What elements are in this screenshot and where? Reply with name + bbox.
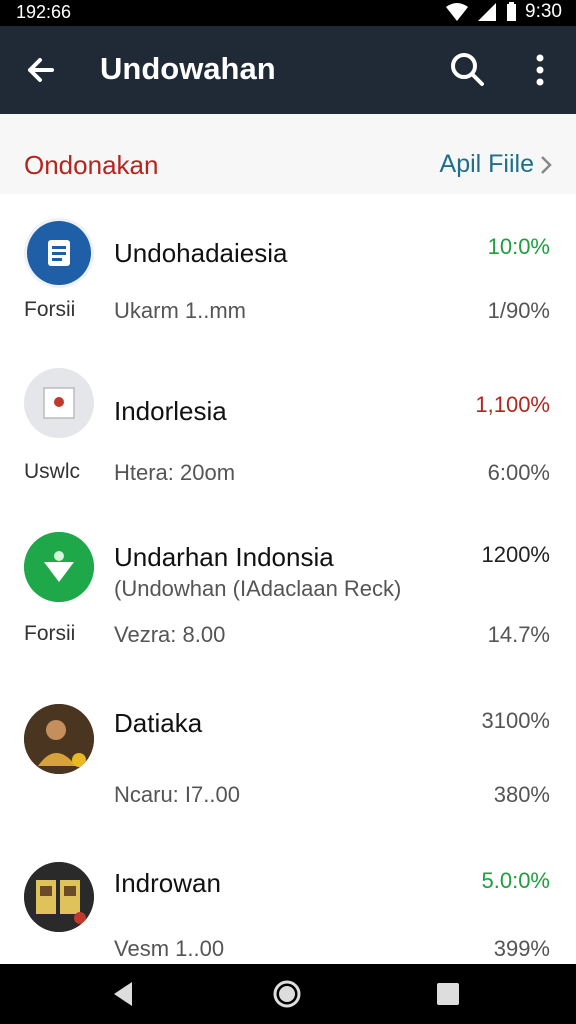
item-label: Forsii — [24, 622, 76, 645]
item-title: Undarhan Indonsia — [114, 542, 334, 572]
item-detail: Ukarm 1..mm — [114, 298, 246, 323]
item-subtitle: (Undowhan (IAdaclaan Reck) — [114, 576, 402, 601]
navigation-bar — [0, 964, 576, 1024]
section-link[interactable]: Apil Fiile — [440, 150, 552, 179]
battery-icon — [507, 2, 517, 21]
item-detail: Vesm 1..00 — [114, 936, 225, 961]
item-percentage: 3100% — [481, 708, 550, 733]
document-app-icon — [24, 218, 94, 288]
list-item[interactable]: Indrowan 5.0:0% Vesm 1..00 399% — [0, 836, 576, 964]
item-secondary-percentage: 399% — [493, 936, 550, 961]
section-link-label: Apil Fiile — [439, 150, 534, 178]
home-circle-icon[interactable] — [271, 978, 303, 1010]
item-secondary-percentage: 14.7% — [487, 622, 550, 647]
wifi-icon — [446, 3, 469, 21]
item-percentage: 10:0% — [487, 234, 550, 259]
app-bar: Undowahan — [0, 26, 576, 114]
chevron-right-icon — [541, 155, 552, 174]
back-arrow-icon[interactable] — [22, 52, 62, 88]
search-icon[interactable] — [448, 50, 488, 90]
item-percentage: 5.0:0% — [481, 868, 551, 893]
item-label: Uswlc — [24, 460, 80, 483]
item-percentage: 1,100% — [475, 392, 550, 417]
recents-square-icon[interactable] — [432, 978, 464, 1010]
section-title: Ondonakan — [24, 150, 159, 180]
status-time: 192:66 — [16, 2, 72, 22]
item-title: Datiaka — [114, 708, 203, 738]
item-secondary-percentage: 380% — [493, 782, 550, 807]
list-item[interactable]: Datiaka 3100% Ncaru: I7..00 380% — [0, 678, 576, 838]
person-photo-icon — [24, 704, 94, 774]
content-list: Ondonakan Apil Fiile Undohadaiesia 10:0%… — [0, 114, 576, 964]
signal-icon — [478, 3, 497, 21]
list-item[interactable]: Undarhan Indonsia (Undowhan (IAdaclaan R… — [0, 512, 576, 680]
status-clock: 9:30 — [525, 1, 562, 22]
item-detail: Htera: 20om — [114, 460, 236, 485]
back-triangle-icon[interactable] — [108, 978, 140, 1010]
item-title: Indorlesia — [114, 396, 227, 426]
list-item[interactable]: Undohadaiesia 10:0% Forsii Ukarm 1..mm 1… — [0, 194, 576, 352]
item-title: Indrowan — [114, 868, 221, 898]
more-options-icon[interactable] — [526, 50, 554, 90]
item-percentage: 1200% — [481, 542, 550, 567]
page-title: Undowahan — [100, 51, 276, 86]
item-detail: Vezra: 8.00 — [114, 622, 226, 647]
item-secondary-percentage: 1/90% — [487, 298, 550, 323]
status-icons: 9:30 — [445, 1, 562, 23]
download-app-icon — [24, 532, 94, 602]
storefront-photo-icon — [24, 862, 94, 932]
package-app-icon — [24, 368, 94, 438]
item-detail: Ncaru: I7..00 — [114, 782, 240, 807]
status-bar: 192:66 9:30 — [0, 0, 576, 26]
list-item[interactable]: Indorlesia 1,100% Uswlc Htera: 20om 6:00… — [0, 350, 576, 514]
item-title: Undohadaiesia — [114, 238, 288, 268]
section-header: Ondonakan Apil Fiile — [0, 114, 576, 194]
item-secondary-percentage: 6:00% — [487, 460, 550, 485]
item-label: Forsii — [24, 298, 76, 321]
